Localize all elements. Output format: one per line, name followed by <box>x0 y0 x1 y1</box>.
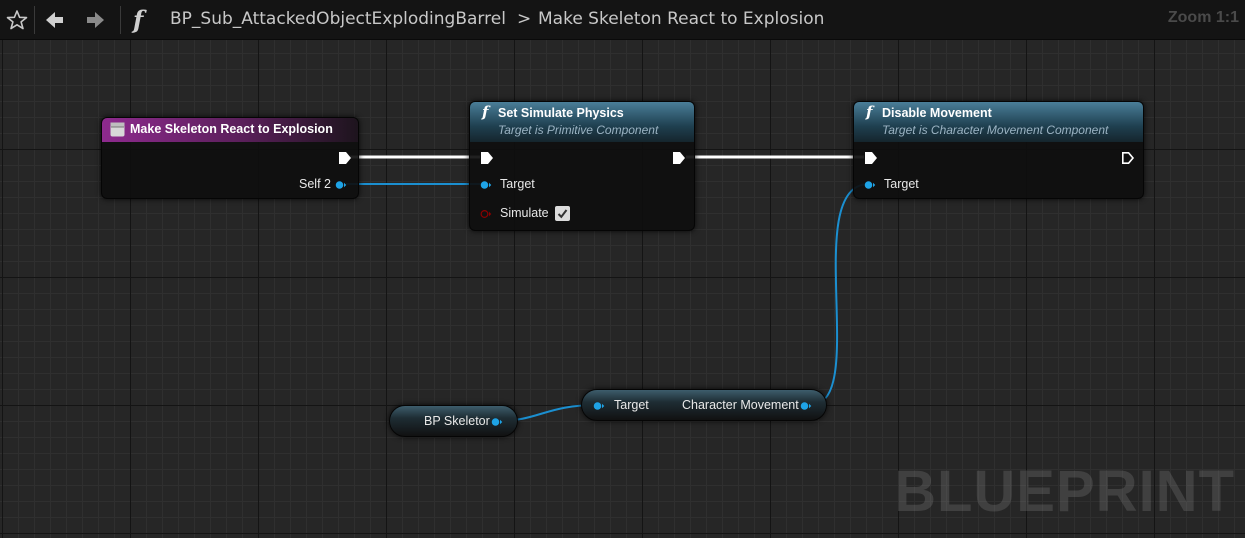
set-simulate-physics-node[interactable]: f Set Simulate Physics Target is Primiti… <box>469 101 695 231</box>
object-input-pin[interactable] <box>864 179 876 191</box>
exec-output-pin[interactable] <box>672 151 686 165</box>
target-pin-label: Target <box>500 177 535 191</box>
object-output-pin[interactable] <box>335 179 347 191</box>
node-title: Set Simulate Physics <box>498 106 624 120</box>
function-icon: f <box>482 103 489 121</box>
target-pin-label: Target <box>884 177 919 191</box>
exec-output-pin[interactable] <box>338 151 352 165</box>
exec-output-pin[interactable] <box>1121 151 1135 165</box>
variable-label: BP Skeletor <box>424 414 490 428</box>
target-pin-label: Target <box>614 398 649 412</box>
character-movement-pin-label: Character Movement <box>682 398 799 412</box>
exec-input-pin[interactable] <box>480 151 494 165</box>
bp-skeleton-variable-node[interactable]: BP Skeletor <box>389 405 518 437</box>
disable-movement-node[interactable]: f Disable Movement Target is Character M… <box>853 101 1144 199</box>
self-pin-label: Self 2 <box>299 177 331 191</box>
event-node[interactable]: Make Skeleton React to Explosion Self 2 <box>101 117 359 199</box>
node-subtitle: Target is Character Movement Component <box>882 123 1109 137</box>
object-input-pin[interactable] <box>480 179 492 191</box>
object-wire[interactable] <box>810 183 870 406</box>
checkmark-icon <box>557 209 568 219</box>
node-title: Disable Movement <box>882 106 992 120</box>
object-output-pin[interactable] <box>491 416 503 428</box>
function-icon: f <box>866 103 873 121</box>
exec-input-pin[interactable] <box>864 151 878 165</box>
event-node-title: Make Skeleton React to Explosion <box>130 122 333 136</box>
simulate-pin-label: Simulate <box>500 206 549 220</box>
object-input-pin[interactable] <box>593 400 605 412</box>
object-output-pin[interactable] <box>800 400 812 412</box>
node-subtitle: Target is Primitive Component <box>498 123 659 137</box>
event-icon <box>110 122 125 137</box>
blueprint-watermark: BLUEPRINT <box>894 459 1235 524</box>
character-movement-getter-node[interactable]: Target Character Movement <box>581 389 827 421</box>
simulate-checkbox[interactable] <box>555 206 570 221</box>
bool-input-pin[interactable] <box>480 208 492 220</box>
